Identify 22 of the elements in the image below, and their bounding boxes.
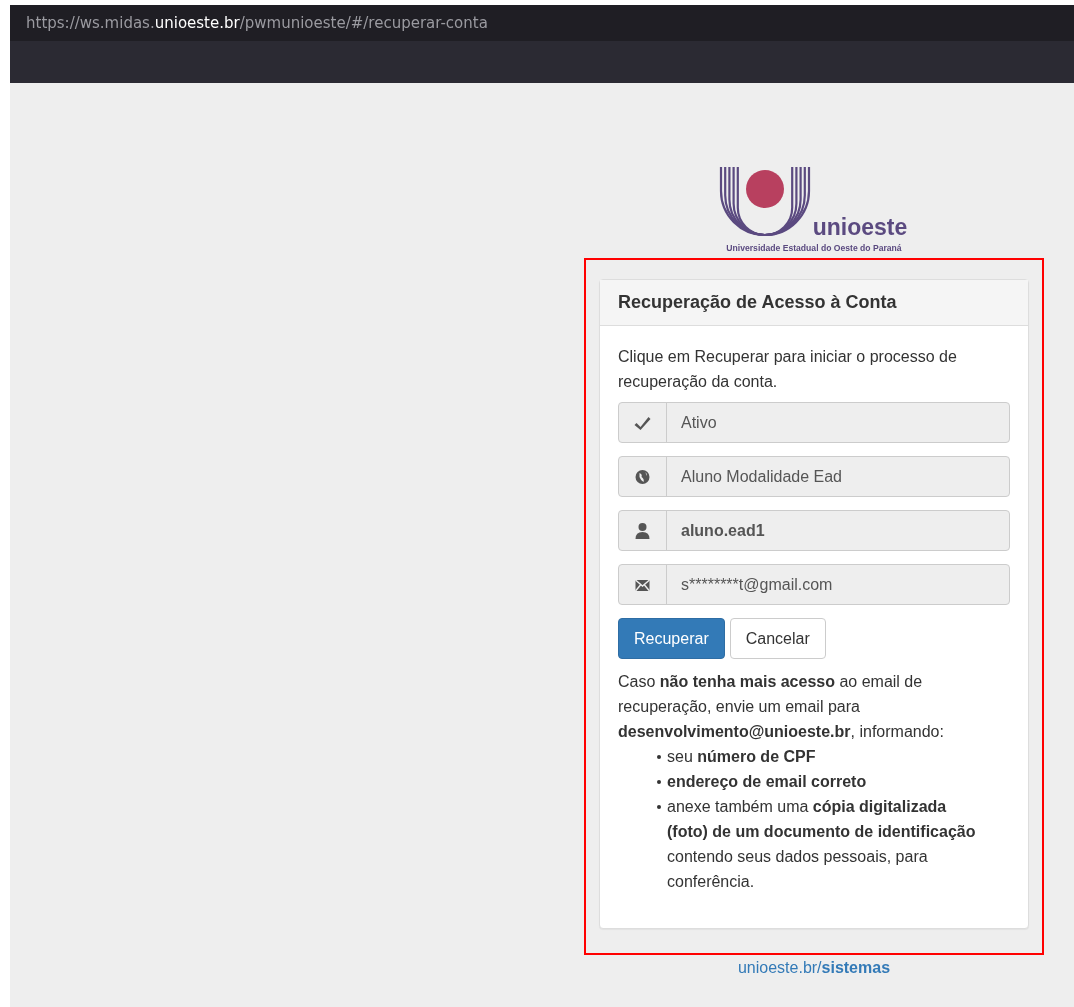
input-field[interactable]: Aluno Modalidade Ead [618,456,1010,497]
list-item-text: anexe também uma cópia digitalizada (foto) de um documento de identificação contendo seus dados pessoais, para conferência. [667,797,977,892]
list-item-text: endereço de email correto [667,772,867,792]
input-field[interactable]: aluno.ead1 [618,510,1010,551]
bullet-icon [657,805,661,809]
globe-icon [634,467,651,486]
recover-button[interactable]: Recuperar [618,618,725,659]
systems-link[interactable]: unioeste.br/sistemas [737,959,891,976]
logo-icon [718,167,811,237]
logo-wordmark: unioeste [812,214,908,241]
cancel-button[interactable]: Cancelar [729,618,826,659]
help-text: Caso não tenha mais acesso ao email de recuperação, envie um email para desenvolvimento@unioeste.br, informando: [618,672,945,742]
user-icon [634,521,651,540]
input-field[interactable]: Ativo [618,402,1010,443]
url-text[interactable]: https://ws.midas.unioeste.br/pwmunioeste/#/recuperar-conta [26,14,488,32]
panel-title: Recuperação de Acesso à Conta [600,280,1028,326]
logo-subtitle: Universidade Estadual do Oeste do Paraná [726,243,902,253]
bullet-icon [657,755,661,759]
list-item-text: seu número de CPF [667,747,816,767]
bullet-icon [657,780,661,784]
intro-text: Clique em Recuperar para iniciar o processo de recuperação da conta. [618,347,958,392]
input-field[interactable]: s********t@gmail.com [618,564,1010,605]
